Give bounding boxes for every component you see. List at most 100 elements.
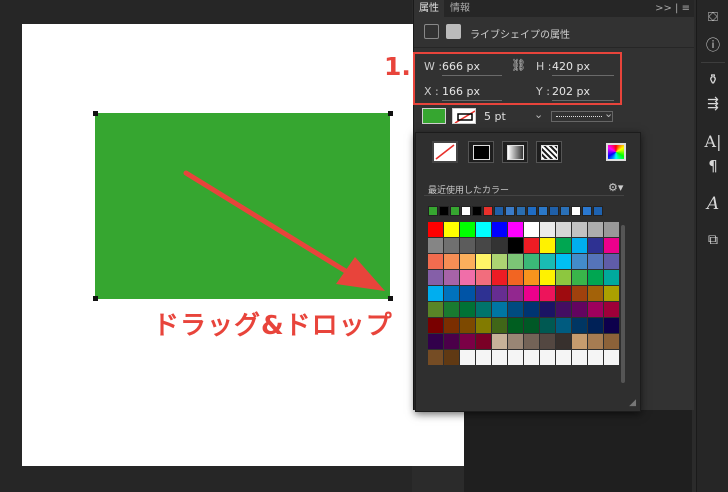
- color-swatch[interactable]: [428, 270, 443, 285]
- color-swatch[interactable]: [524, 350, 539, 365]
- color-swatch[interactable]: [428, 350, 443, 365]
- color-swatch[interactable]: [428, 222, 443, 237]
- color-swatch[interactable]: [492, 334, 507, 349]
- color-swatch[interactable]: [556, 334, 571, 349]
- color-swatch[interactable]: [524, 238, 539, 253]
- gradient-button[interactable]: [502, 141, 528, 163]
- color-swatch[interactable]: [476, 222, 491, 237]
- color-swatch[interactable]: [460, 238, 475, 253]
- color-swatch[interactable]: [604, 222, 619, 237]
- recent-color-swatch[interactable]: [461, 206, 471, 216]
- tab-properties[interactable]: 属性: [414, 0, 444, 17]
- color-swatch[interactable]: [460, 302, 475, 317]
- color-swatch[interactable]: [508, 302, 523, 317]
- swatch-scrollbar[interactable]: [621, 225, 625, 383]
- color-swatch[interactable]: [556, 254, 571, 269]
- color-swatch[interactable]: [604, 238, 619, 253]
- color-swatch[interactable]: [444, 334, 459, 349]
- no-color-button[interactable]: [432, 141, 458, 163]
- stroke-width-select[interactable]: 5 pt ⌄: [484, 108, 544, 123]
- color-swatch[interactable]: [508, 350, 523, 365]
- color-swatch[interactable]: [460, 254, 475, 269]
- color-swatch[interactable]: [460, 334, 475, 349]
- color-swatch[interactable]: [476, 334, 491, 349]
- selection-handle-bottom-left[interactable]: [93, 296, 98, 301]
- color-swatch[interactable]: [476, 270, 491, 285]
- color-swatch[interactable]: [508, 318, 523, 333]
- color-swatch[interactable]: [476, 238, 491, 253]
- color-swatch[interactable]: [588, 238, 603, 253]
- recent-color-swatch[interactable]: [527, 206, 537, 216]
- color-swatch[interactable]: [476, 254, 491, 269]
- color-swatch[interactable]: [460, 286, 475, 301]
- fill-color-swatch[interactable]: [422, 108, 446, 124]
- color-swatch[interactable]: [540, 238, 555, 253]
- color-swatch[interactable]: [572, 318, 587, 333]
- color-swatch[interactable]: [572, 222, 587, 237]
- glyphs-icon[interactable]: A: [703, 194, 723, 214]
- color-swatch[interactable]: [428, 302, 443, 317]
- color-swatch[interactable]: [444, 270, 459, 285]
- color-swatch[interactable]: [588, 302, 603, 317]
- color-swatch[interactable]: [444, 238, 459, 253]
- color-swatch[interactable]: [476, 350, 491, 365]
- color-swatch[interactable]: [524, 318, 539, 333]
- color-swatch[interactable]: [524, 270, 539, 285]
- color-swatch[interactable]: [540, 318, 555, 333]
- color-swatch[interactable]: [572, 350, 587, 365]
- color-swatch[interactable]: [540, 334, 555, 349]
- color-swatch[interactable]: [460, 318, 475, 333]
- color-swatch[interactable]: [492, 254, 507, 269]
- color-swatch[interactable]: [604, 318, 619, 333]
- paragraph-icon[interactable]: ¶: [703, 156, 723, 176]
- color-swatch[interactable]: [556, 270, 571, 285]
- color-swatch[interactable]: [524, 222, 539, 237]
- color-swatch[interactable]: [492, 350, 507, 365]
- color-swatch[interactable]: [604, 254, 619, 269]
- color-swatch[interactable]: [428, 238, 443, 253]
- recent-color-swatch[interactable]: [538, 206, 548, 216]
- color-swatch[interactable]: [460, 222, 475, 237]
- color-swatch[interactable]: [492, 302, 507, 317]
- color-swatch[interactable]: [524, 334, 539, 349]
- color-swatch[interactable]: [444, 302, 459, 317]
- color-swatch[interactable]: [428, 334, 443, 349]
- recent-color-swatch[interactable]: [549, 206, 559, 216]
- color-swatch[interactable]: [444, 350, 459, 365]
- solid-color-button[interactable]: [468, 141, 494, 163]
- color-swatch[interactable]: [508, 254, 523, 269]
- color-swatch[interactable]: [428, 318, 443, 333]
- color-swatch[interactable]: [492, 286, 507, 301]
- selection-handle-bottom-right[interactable]: [388, 296, 393, 301]
- color-swatch[interactable]: [428, 286, 443, 301]
- pattern-button[interactable]: [536, 141, 562, 163]
- color-swatch[interactable]: [524, 286, 539, 301]
- color-swatch[interactable]: [556, 222, 571, 237]
- color-swatch[interactable]: [604, 350, 619, 365]
- color-swatch[interactable]: [604, 286, 619, 301]
- color-swatch[interactable]: [556, 286, 571, 301]
- color-picker-button[interactable]: [606, 143, 626, 161]
- color-swatch[interactable]: [588, 318, 603, 333]
- tab-info[interactable]: 情報: [450, 0, 470, 17]
- color-swatch[interactable]: [588, 334, 603, 349]
- color-swatch[interactable]: [444, 318, 459, 333]
- properties-panel-icon[interactable]: ⛋: [703, 8, 723, 28]
- color-swatch[interactable]: [604, 334, 619, 349]
- recent-color-swatch[interactable]: [494, 206, 504, 216]
- color-swatch[interactable]: [572, 286, 587, 301]
- resize-grip-icon[interactable]: ◢: [629, 398, 636, 408]
- recent-color-swatch[interactable]: [505, 206, 515, 216]
- color-swatch[interactable]: [604, 270, 619, 285]
- color-swatch[interactable]: [508, 286, 523, 301]
- color-swatch[interactable]: [492, 222, 507, 237]
- recent-color-swatch[interactable]: [439, 206, 449, 216]
- brush-presets-icon[interactable]: ⇶: [703, 94, 723, 114]
- info-icon[interactable]: ⓘ: [703, 36, 723, 56]
- color-swatch[interactable]: [428, 254, 443, 269]
- color-swatch[interactable]: [508, 238, 523, 253]
- color-swatch[interactable]: [492, 238, 507, 253]
- color-swatch[interactable]: [444, 286, 459, 301]
- color-swatch[interactable]: [572, 270, 587, 285]
- recent-color-swatch[interactable]: [571, 206, 581, 216]
